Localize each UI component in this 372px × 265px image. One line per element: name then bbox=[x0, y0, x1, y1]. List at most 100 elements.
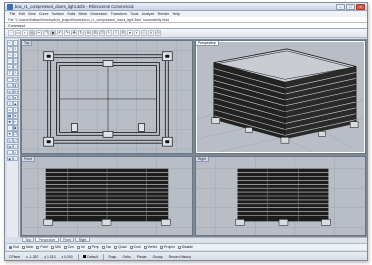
zoom-window-icon[interactable]: ⊞ bbox=[92, 30, 98, 36]
osnap-near[interactable]: Near bbox=[22, 244, 33, 250]
osnap-tan[interactable]: Tan bbox=[101, 244, 111, 250]
save-icon[interactable]: ▪ bbox=[22, 30, 28, 36]
cone-icon[interactable]: ▲ bbox=[12, 100, 18, 107]
revolve-icon[interactable]: ⟳ bbox=[12, 88, 18, 95]
checkbox-icon[interactable] bbox=[143, 245, 147, 249]
offset-icon[interactable]: ⫽ bbox=[12, 70, 18, 76]
viewport-right-label[interactable]: Right bbox=[196, 157, 209, 162]
planar-toggle[interactable]: Planar bbox=[136, 254, 148, 260]
open-icon[interactable]: ▭ bbox=[15, 30, 21, 36]
checkbox-icon[interactable] bbox=[87, 245, 91, 249]
front-view-drawing bbox=[22, 157, 192, 235]
viewport-top-label[interactable]: Top bbox=[22, 41, 33, 46]
select-icon[interactable]: ↖ bbox=[106, 30, 112, 36]
title-bar[interactable]: box_r1_compressed_doors_light.3dm - Rhin… bbox=[5, 3, 367, 11]
checkbox-icon[interactable] bbox=[9, 245, 12, 249]
ortho-toggle[interactable]: Ortho bbox=[121, 254, 131, 260]
checkbox-icon[interactable] bbox=[114, 245, 118, 249]
osnap-icon[interactable]: ◎ bbox=[155, 30, 161, 36]
maximize-button[interactable]: □ bbox=[346, 4, 355, 10]
viewport-front[interactable]: Front bbox=[21, 156, 193, 236]
osnap-vertex[interactable]: Vertex bbox=[143, 244, 157, 250]
checkbox-icon[interactable] bbox=[63, 245, 67, 249]
hide-icon[interactable]: ◌ bbox=[12, 155, 18, 162]
copy-object-icon[interactable]: ❐ bbox=[12, 131, 18, 137]
layer-icon[interactable]: ≡ bbox=[113, 30, 119, 36]
coord-y: y 1.013 bbox=[44, 254, 56, 259]
osnap-knot[interactable]: Knot bbox=[129, 244, 141, 250]
sphere-icon[interactable]: ● bbox=[12, 94, 18, 101]
viewport-perspective[interactable]: Perspective bbox=[195, 40, 366, 154]
properties-icon[interactable]: ☰ bbox=[120, 30, 126, 36]
osnap-cen[interactable]: Cen bbox=[63, 244, 74, 250]
ellipse-icon[interactable]: ⬭ bbox=[12, 58, 18, 64]
coord-z: z 0.000 bbox=[61, 254, 73, 259]
checkbox-icon[interactable] bbox=[101, 245, 105, 249]
paste-icon[interactable]: ▣ bbox=[50, 30, 56, 36]
shaded-icon[interactable]: ◐ bbox=[134, 30, 140, 36]
zoom-icon[interactable]: ⊕ bbox=[85, 30, 91, 36]
polygon-icon[interactable]: ⬡ bbox=[12, 64, 18, 70]
main-toolbar-sidebar: ↖ · ╱ ⌇ ∿ ○ ◠ ⬭ ▭ ⬡ T ⫽ ⌒ ⇥ ▱ ⬆ ≋ ⟳ ◫ ● ▯ ▲ ∪ ∖ ▦ ⊕ ✱… bbox=[7, 39, 19, 237]
render-icon[interactable]: ● bbox=[127, 30, 133, 36]
array-icon[interactable]: ⁘ bbox=[12, 143, 18, 150]
polyline-icon[interactable]: ⌇ bbox=[12, 46, 18, 52]
copy-icon[interactable]: ❐ bbox=[43, 30, 49, 36]
viewport-area: Top Perspective Front Right bbox=[20, 39, 367, 237]
join-icon[interactable]: ⊕ bbox=[12, 113, 18, 119]
checkbox-icon[interactable] bbox=[76, 245, 80, 249]
pan-icon[interactable]: ✥ bbox=[71, 30, 77, 36]
zoom-extents-icon[interactable]: ⊡ bbox=[99, 30, 105, 36]
viewport-right[interactable]: Right bbox=[195, 156, 366, 236]
circle-icon[interactable]: ○ bbox=[12, 52, 18, 58]
viewtab-top[interactable]: Top bbox=[22, 238, 35, 242]
group-icon[interactable]: ▣ bbox=[12, 125, 18, 131]
scale-icon[interactable]: ⤢ bbox=[12, 137, 18, 143]
record-history-toggle[interactable]: Record History bbox=[168, 254, 192, 260]
osnap-mid[interactable]: Mid bbox=[51, 244, 61, 250]
rotate-icon[interactable]: ↻ bbox=[78, 30, 84, 36]
current-layer[interactable]: Default bbox=[82, 254, 99, 260]
viewtab-front[interactable]: Front bbox=[59, 238, 75, 242]
cut-icon[interactable]: ✂ bbox=[36, 30, 42, 36]
print-icon[interactable]: ▤ bbox=[29, 30, 35, 36]
minimize-button[interactable]: – bbox=[336, 4, 345, 10]
wireframe-icon[interactable]: ◇ bbox=[141, 30, 147, 36]
extend-icon[interactable]: ⇥ bbox=[12, 76, 18, 83]
perspective-view-drawing bbox=[196, 48, 365, 153]
checkbox-icon[interactable] bbox=[177, 245, 181, 249]
checkbox-icon[interactable] bbox=[160, 245, 164, 249]
coord-x: x -1.387 bbox=[26, 254, 39, 259]
right-view-drawing bbox=[196, 157, 365, 235]
osnap-int[interactable]: Int bbox=[76, 244, 85, 250]
point-icon[interactable]: · bbox=[12, 40, 18, 46]
new-icon[interactable]: ▫ bbox=[8, 30, 14, 36]
undo-icon[interactable]: ↶ bbox=[57, 30, 63, 36]
analyze-icon[interactable]: ⌖ bbox=[12, 149, 18, 156]
trim-icon[interactable]: ✂ bbox=[12, 119, 18, 125]
redo-icon[interactable]: ↷ bbox=[64, 30, 70, 36]
checkbox-icon[interactable] bbox=[129, 245, 133, 249]
viewport-perspective-label[interactable]: Perspective bbox=[196, 41, 219, 46]
snap-toggle[interactable]: Snap bbox=[107, 254, 117, 260]
checkbox-icon[interactable] bbox=[51, 245, 55, 249]
checkbox-icon[interactable] bbox=[22, 245, 26, 249]
osnap-end[interactable]: End bbox=[9, 244, 19, 250]
viewtab-perspective[interactable]: Perspective bbox=[35, 238, 59, 242]
osnap-perp[interactable]: Perp bbox=[87, 244, 99, 250]
close-button[interactable]: × bbox=[356, 4, 365, 10]
grid-icon[interactable]: # bbox=[148, 30, 154, 36]
viewtab-right[interactable]: Right bbox=[75, 238, 90, 242]
window-title: box_r1_compressed_doors_light.3dm - Rhin… bbox=[15, 4, 134, 9]
checkbox-icon[interactable] bbox=[36, 245, 40, 249]
osnap-project[interactable]: Project bbox=[160, 244, 175, 250]
osnap-quad[interactable]: Quad bbox=[114, 244, 127, 250]
osnap-toggle[interactable]: Osnap bbox=[152, 254, 164, 260]
viewport-top[interactable]: Top bbox=[21, 40, 193, 154]
viewport-front-label[interactable]: Front bbox=[22, 157, 35, 162]
osnap-disable[interactable]: Disable bbox=[177, 244, 193, 250]
cplane-indicator[interactable]: CPlane bbox=[8, 254, 21, 260]
osnap-point[interactable]: Point bbox=[36, 244, 48, 250]
extrude-icon[interactable]: ⬆ bbox=[12, 82, 18, 89]
boolean-difference-icon[interactable]: ∖ bbox=[12, 107, 18, 113]
